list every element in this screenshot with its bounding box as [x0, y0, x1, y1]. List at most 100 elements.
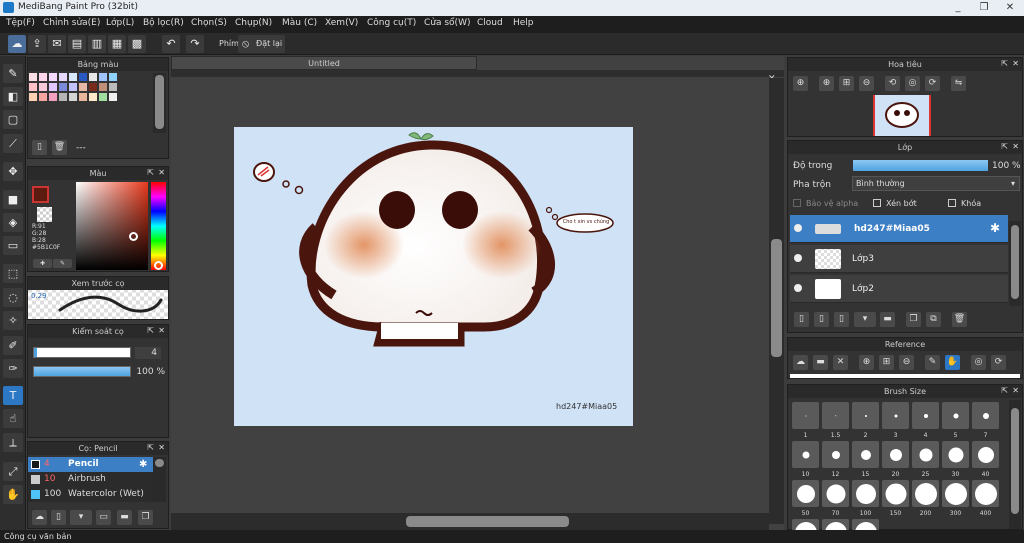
palette-swatch[interactable]: [39, 73, 47, 81]
palette-swatch[interactable]: [99, 83, 107, 91]
fit-icon[interactable]: ⊞: [839, 76, 854, 91]
visibility-icon[interactable]: [794, 224, 802, 232]
menu-file[interactable]: Tệp(F): [6, 18, 35, 28]
color-eyedropper-icon[interactable]: ✎: [53, 259, 72, 268]
rotate-right-icon[interactable]: ⟳: [925, 76, 940, 91]
palette-swatch[interactable]: [69, 83, 77, 91]
brush-size-cell[interactable]: 200: [912, 480, 939, 517]
eyedropper-tool-icon[interactable]: ⤢: [3, 462, 23, 481]
brush-size-cell[interactable]: 1.5: [822, 402, 849, 439]
add-layer-menu-icon[interactable]: ▾: [854, 312, 876, 327]
cloud-icon[interactable]: ☁: [8, 35, 26, 53]
brush-size-cell[interactable]: 3: [882, 402, 909, 439]
brush-item-watercolor[interactable]: 100 Watercolor (Wet): [28, 487, 166, 502]
select-pen-tool-icon[interactable]: ✐: [3, 336, 23, 355]
ref-eyedropper-icon[interactable]: ✎: [925, 355, 940, 370]
brush-item-pencil[interactable]: 4 Pencil ✱: [28, 457, 166, 472]
popout-icon[interactable]: ⇱: [147, 326, 154, 335]
palette-swatch[interactable]: [59, 73, 67, 81]
close-panel-icon[interactable]: ✕: [158, 326, 165, 335]
palette-swatches[interactable]: [29, 73, 147, 107]
add-brush-icon[interactable]: ☁: [32, 510, 47, 525]
close-button[interactable]: ✕: [997, 0, 1023, 15]
brush-size-cell[interactable]: 50: [792, 480, 819, 517]
undo-icon[interactable]: ↶: [162, 35, 180, 53]
zoom-in-icon[interactable]: ⊕: [793, 76, 808, 91]
close-panel-icon[interactable]: ✕: [1012, 142, 1019, 151]
brush-tool-icon[interactable]: ✎: [3, 64, 23, 83]
brush-size-scrollbar[interactable]: [1009, 400, 1021, 529]
brush-size-cell[interactable]: 25: [912, 441, 939, 478]
hand-tool-icon[interactable]: ✋: [3, 485, 23, 504]
palette-swatch[interactable]: [99, 93, 107, 101]
palette-swatch[interactable]: [79, 93, 87, 101]
popout-icon[interactable]: ⇱: [1001, 386, 1008, 395]
canvas-area[interactable]: Untitled ✕ Ch: [171, 56, 784, 530]
brush-size-cell[interactable]: 15: [852, 441, 879, 478]
hue-cursor[interactable]: [154, 261, 163, 270]
palette-swatch[interactable]: [109, 83, 117, 91]
palette-swatch[interactable]: [59, 83, 67, 91]
dot-tool-icon[interactable]: ⟋: [3, 134, 23, 153]
minimize-button[interactable]: _: [945, 0, 971, 15]
zoom-in-2-icon[interactable]: ⊕: [819, 76, 834, 91]
tile-icon[interactable]: ▩: [128, 35, 146, 53]
layer-row[interactable]: Lớp3: [790, 245, 1008, 273]
menu-cloud[interactable]: Cloud: [477, 18, 503, 28]
comment-icon[interactable]: ✉: [48, 35, 66, 53]
palette-swatch[interactable]: [69, 73, 77, 81]
popout-icon[interactable]: ⇱: [1001, 59, 1008, 68]
delete-palette-icon[interactable]: 🗑: [52, 140, 67, 155]
flip-icon[interactable]: ⇋: [951, 76, 966, 91]
brush-size-cell[interactable]: 20: [882, 441, 909, 478]
folder-icon[interactable]: ▬: [880, 312, 895, 327]
popout-icon[interactable]: ⇱: [147, 168, 154, 177]
ref-zoom-in-icon[interactable]: ⊕: [859, 355, 874, 370]
layer-opacity-slider[interactable]: [853, 160, 988, 171]
menu-layer[interactable]: Lớp(L): [106, 18, 134, 28]
saturation-value-picker[interactable]: [76, 182, 148, 270]
close-ref-icon[interactable]: ✕: [833, 355, 848, 370]
move-tool-icon[interactable]: ✥: [3, 162, 23, 181]
palette-swatch[interactable]: [29, 83, 37, 91]
size-slider[interactable]: [33, 347, 131, 358]
upload-icon[interactable]: ⇪: [28, 35, 46, 53]
new-1bit-layer-icon[interactable]: ▯: [834, 312, 849, 327]
popout-icon[interactable]: ⇱: [147, 443, 154, 452]
new-brush-icon[interactable]: ▯: [51, 510, 66, 525]
brush-item-airbrush[interactable]: 10 Airbrush: [28, 472, 166, 487]
brush-size-cell[interactable]: 4: [912, 402, 939, 439]
ref-zoom-out-icon[interactable]: ⊖: [899, 355, 914, 370]
palette-swatch[interactable]: [29, 93, 37, 101]
vertical-scrollbar[interactable]: [769, 78, 784, 524]
text-tool-icon[interactable]: T: [3, 386, 23, 405]
brush-list-scrollbar[interactable]: [153, 457, 166, 502]
menu-color[interactable]: Màu (C): [282, 18, 317, 28]
brush-size-cell[interactable]: 300: [942, 480, 969, 517]
menu-help[interactable]: Help: [513, 18, 534, 28]
operation-tool-icon[interactable]: ☝: [3, 409, 23, 428]
clipping-checkbox[interactable]: [873, 199, 881, 207]
menu-select[interactable]: Chọn(S): [191, 18, 227, 28]
brush-size-cell[interactable]: 5: [942, 402, 969, 439]
palette-swatch[interactable]: [49, 73, 57, 81]
palette-swatch[interactable]: [39, 93, 47, 101]
new-palette-icon[interactable]: ▯: [32, 140, 47, 155]
drawing-canvas[interactable]: Cho t xin vs chúng hd247#Miaa05: [234, 127, 633, 426]
popout-icon[interactable]: ⇱: [1001, 142, 1008, 151]
secondary-color-swatch[interactable]: [37, 207, 52, 222]
color-add-icon[interactable]: ✚: [33, 259, 52, 268]
folder-icon[interactable]: ▬: [117, 510, 132, 525]
palette-scrollbar[interactable]: [153, 73, 166, 133]
layer-scrollbar[interactable]: [1009, 221, 1021, 306]
select-eraser-tool-icon[interactable]: ✑: [3, 359, 23, 378]
close-panel-icon[interactable]: ✕: [1012, 59, 1019, 68]
size-value[interactable]: 4: [135, 347, 161, 359]
rotate-left-icon[interactable]: ⟲: [885, 76, 900, 91]
ref-hand-icon[interactable]: ✋: [945, 355, 960, 370]
grid-icon[interactable]: ▦: [108, 35, 126, 53]
palette-swatch[interactable]: [49, 93, 57, 101]
palette-swatch[interactable]: [39, 83, 47, 91]
open-folder-icon[interactable]: ▬: [813, 355, 828, 370]
redo-icon[interactable]: ↷: [186, 35, 204, 53]
